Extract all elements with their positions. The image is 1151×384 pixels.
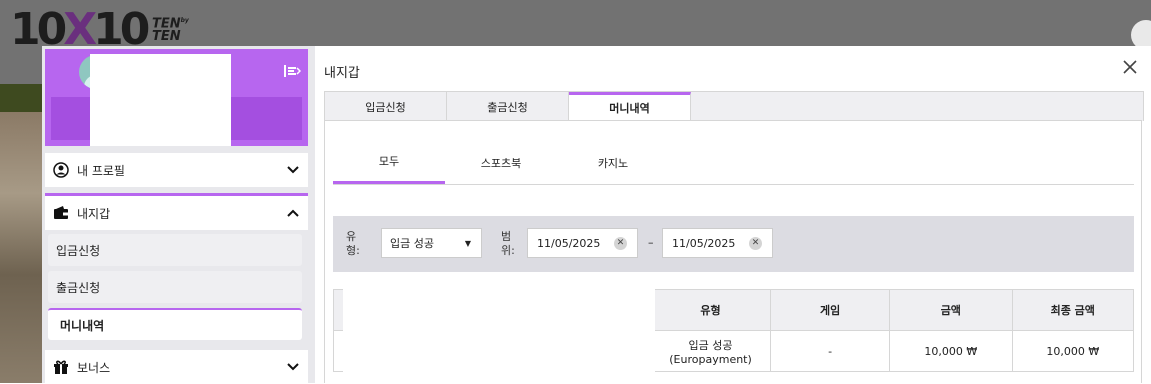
date-to-input[interactable]: 11/05/2025 ✕ — [662, 228, 773, 258]
redacted-block — [343, 287, 655, 379]
date-from-input[interactable]: 11/05/2025 ✕ — [527, 228, 638, 258]
table-cell-game: - — [770, 330, 891, 372]
sidebar-item-label: 내 프로필 — [77, 163, 125, 178]
close-icon[interactable] — [1122, 58, 1138, 78]
sidebar-subitem-label: 출금신청 — [56, 280, 101, 295]
user-circle-icon — [53, 162, 69, 178]
clear-date-from-icon[interactable]: ✕ — [614, 237, 627, 250]
sidebar-subitem-deposit[interactable]: 입금신청 — [48, 234, 302, 266]
table-header-game: 게임 — [770, 289, 891, 331]
subtab-all[interactable]: 모두 — [333, 141, 445, 184]
sidebar-item-label: 내지갑 — [77, 206, 111, 221]
filter-bar: 유 형: 입금 성공 ▼ 범 위: 11/05/2025 ✕ – 11/05/202… — [333, 216, 1134, 272]
table-header-final-amount: 최종 금액 — [1011, 289, 1135, 331]
tab-money-history[interactable]: 머니내역 — [569, 92, 691, 121]
tab-withdraw[interactable]: 출금신청 — [447, 92, 569, 121]
site-logo-sub: TENby TEN — [152, 16, 189, 45]
subtab-casino[interactable]: 카지노 — [557, 141, 669, 184]
table-header-type: 유형 — [649, 289, 772, 331]
caret-down-icon: ▼ — [464, 238, 471, 248]
wallet-icon — [53, 205, 69, 221]
date-from-value: 11/05/2025 — [537, 236, 601, 250]
sidebar: 내 프로필 내지갑 입금신청 출금신청 머니내역 보너스 — [42, 46, 315, 384]
collapse-sidebar-icon[interactable] — [283, 62, 302, 80]
sidebar-item-bonus[interactable]: 보너스 — [45, 350, 308, 384]
background-photo — [0, 112, 42, 383]
sidebar-subitem-label: 머니내역 — [60, 318, 105, 333]
sidebar-item-wallet[interactable]: 내지갑 — [45, 193, 308, 230]
subtab-sportsbook[interactable]: 스포츠북 — [445, 141, 557, 184]
content-area: 내지갑 입금신청 출금신청 머니내역 모두 스포츠북 카지노 유 형: 입금 성공… — [315, 46, 1151, 383]
table-cell-amount: 10,000 ₩ — [889, 330, 1013, 372]
tab-deposit[interactable]: 입금신청 — [325, 92, 447, 121]
type-label: 유 형: — [346, 230, 360, 257]
sidebar-item-label: 보너스 — [77, 360, 111, 375]
profile-info-block — [90, 54, 231, 146]
wallet-modal: 내 프로필 내지갑 입금신청 출금신청 머니내역 보너스 내지갑 입금신청 출금… — [42, 46, 1151, 384]
sidebar-subitem-money-history[interactable]: 머니내역 — [48, 308, 302, 340]
sidebar-subitem-label: 입금신청 — [56, 243, 101, 258]
tab-bar: 입금신청 출금신청 머니내역 — [324, 91, 1144, 121]
subtab-bar: 모두 스포츠북 카지노 — [333, 141, 1134, 185]
type-select[interactable]: 입금 성공 ▼ — [381, 228, 482, 258]
clear-date-to-icon[interactable]: ✕ — [749, 237, 762, 250]
chevron-down-icon — [286, 164, 300, 177]
chevron-up-icon — [286, 207, 300, 220]
tab-panel: 모두 스포츠북 카지노 유 형: 입금 성공 ▼ 범 위: 11/05/2025 ✕ — [324, 120, 1142, 383]
type-select-value: 입금 성공 — [390, 237, 434, 250]
chevron-down-icon — [286, 361, 300, 374]
gift-icon — [53, 359, 69, 375]
table-cell-type: 입금 성공 (Europayment) — [649, 330, 772, 372]
table-header-amount: 금액 — [889, 289, 1013, 331]
sidebar-subitem-withdraw[interactable]: 출금신청 — [48, 271, 302, 303]
date-to-value: 11/05/2025 — [672, 236, 736, 250]
sidebar-item-profile[interactable]: 내 프로필 — [45, 153, 308, 187]
profile-card — [45, 49, 308, 146]
table-cell-final-amount: 10,000 ₩ — [1011, 330, 1135, 372]
page-title: 내지갑 — [324, 66, 360, 81]
date-separator: – — [648, 236, 654, 249]
range-label: 범 위: — [501, 230, 515, 257]
